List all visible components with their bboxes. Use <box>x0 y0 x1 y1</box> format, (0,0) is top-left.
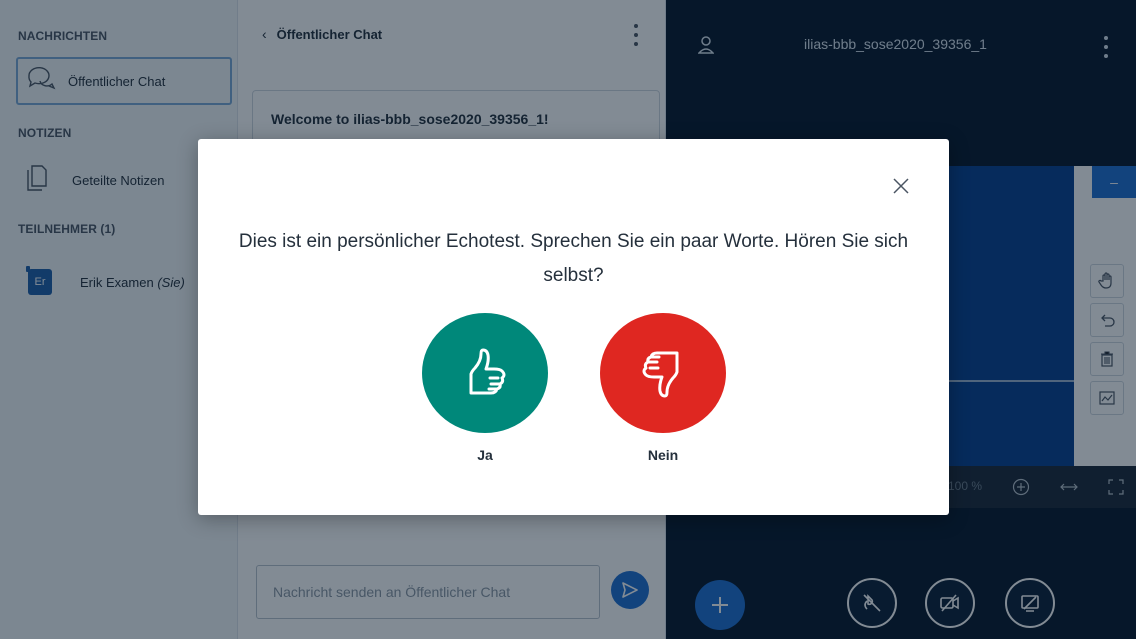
echo-test-modal: Dies ist ein persönlicher Echotest. Spre… <box>198 139 949 515</box>
yes-label: Ja <box>477 447 493 463</box>
thumbs-up-icon <box>469 348 506 395</box>
no-button[interactable]: Nein <box>599 313 727 463</box>
yes-button[interactable]: Ja <box>421 313 549 463</box>
close-button[interactable] <box>888 173 914 199</box>
close-icon <box>893 178 909 194</box>
thumbs-down-icon <box>642 351 679 398</box>
no-label: Nein <box>647 447 679 463</box>
echo-test-message: Dies ist ein persönlicher Echotest. Spre… <box>238 231 909 286</box>
